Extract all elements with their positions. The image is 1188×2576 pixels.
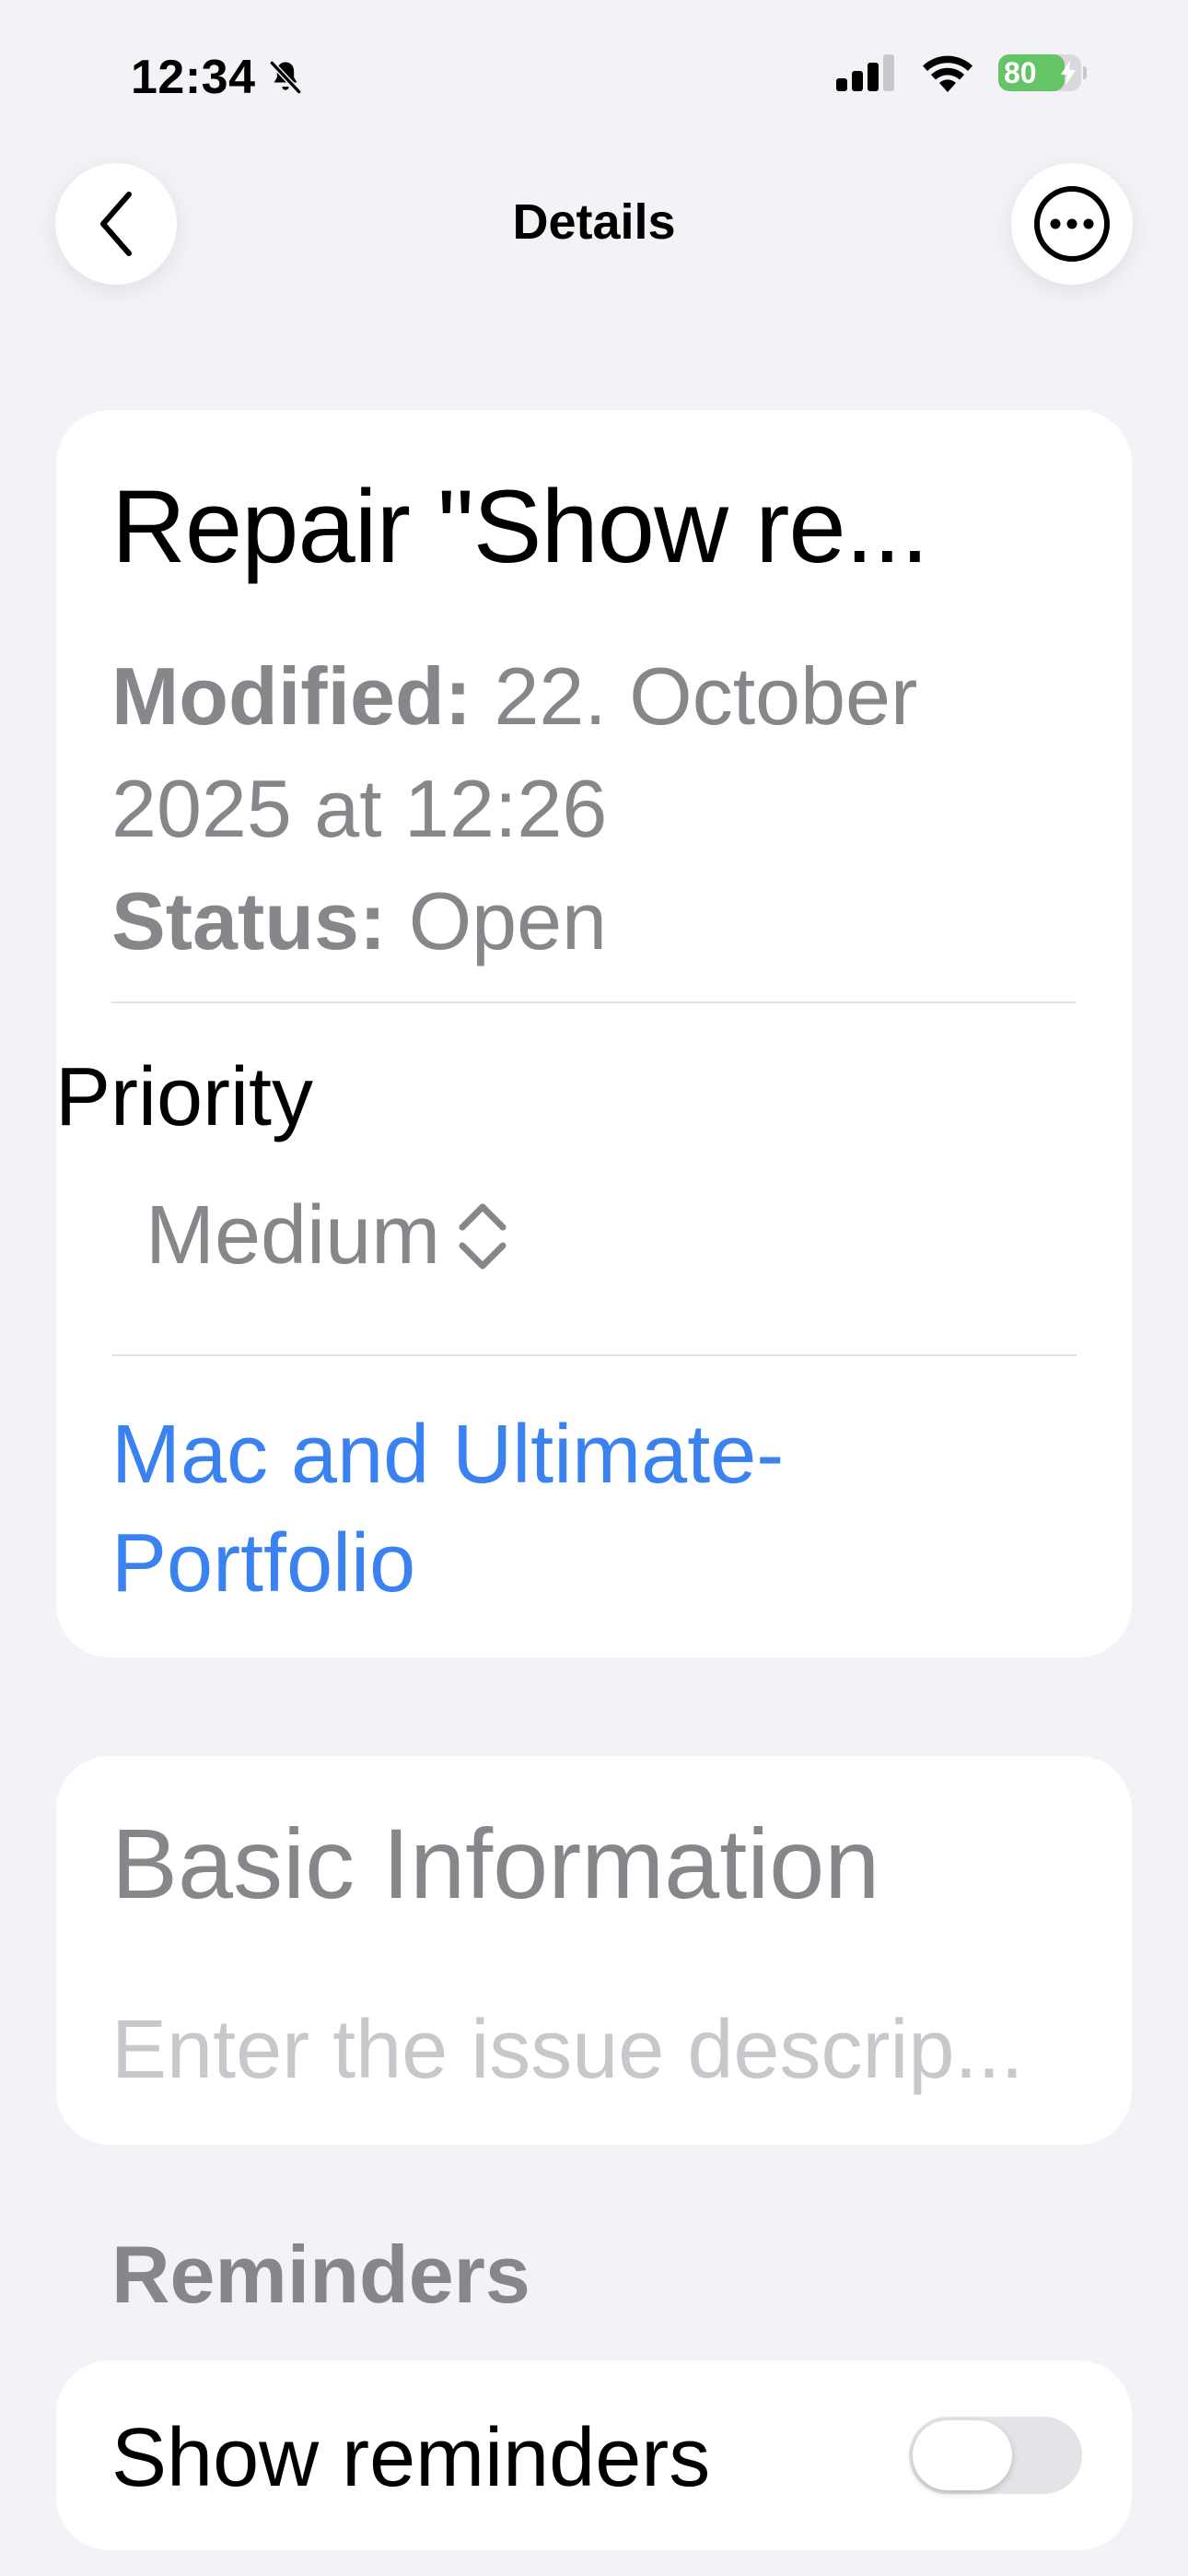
bell-slash-icon [269,61,301,94]
wifi-icon [923,55,973,92]
status-row: Status: Open [111,865,1069,978]
basic-information-title: Basic Information [111,1808,880,1919]
status-time: 12:34 [131,50,306,105]
ellipsis-circle-icon [1034,186,1110,262]
divider [111,1354,1077,1356]
modified-label: Modified: [111,650,472,742]
status-indicators: 80 [836,53,1087,92]
show-reminders-toggle[interactable] [909,2417,1082,2494]
toggle-knob [913,2420,1012,2490]
modified-row: Modified: 22. October 2025 at 12:26 [111,640,1069,865]
show-reminders-label: Show reminders [111,2412,711,2504]
chevron-up-down-icon [459,1203,507,1269]
charging-bolt-icon [1061,60,1076,86]
portfolio-link[interactable]: Mac and Ultimate-Portfolio [111,1400,1032,1618]
item-meta: Modified: 22. October 2025 at 12:26 Stat… [111,640,1069,978]
cellular-signal-icon [836,54,894,91]
battery-indicator: 80 [998,54,1087,91]
battery-level: 80 [1004,55,1037,89]
divider [111,1001,1077,1003]
status-time-text: 12:34 [131,51,256,104]
priority-label: Priority [55,1051,314,1143]
issue-description-input[interactable] [111,1995,1078,2105]
status-value: Open [408,875,607,966]
page-title: Details [512,194,676,250]
battery-cap [1083,66,1087,79]
priority-value: Medium [146,1189,441,1282]
more-options-button[interactable] [1011,163,1133,285]
item-title: Repair "Show re... [111,469,929,584]
reminders-header: Reminders [111,2229,530,2320]
priority-picker[interactable]: Medium [146,1188,508,1283]
status-label: Status: [111,875,387,966]
